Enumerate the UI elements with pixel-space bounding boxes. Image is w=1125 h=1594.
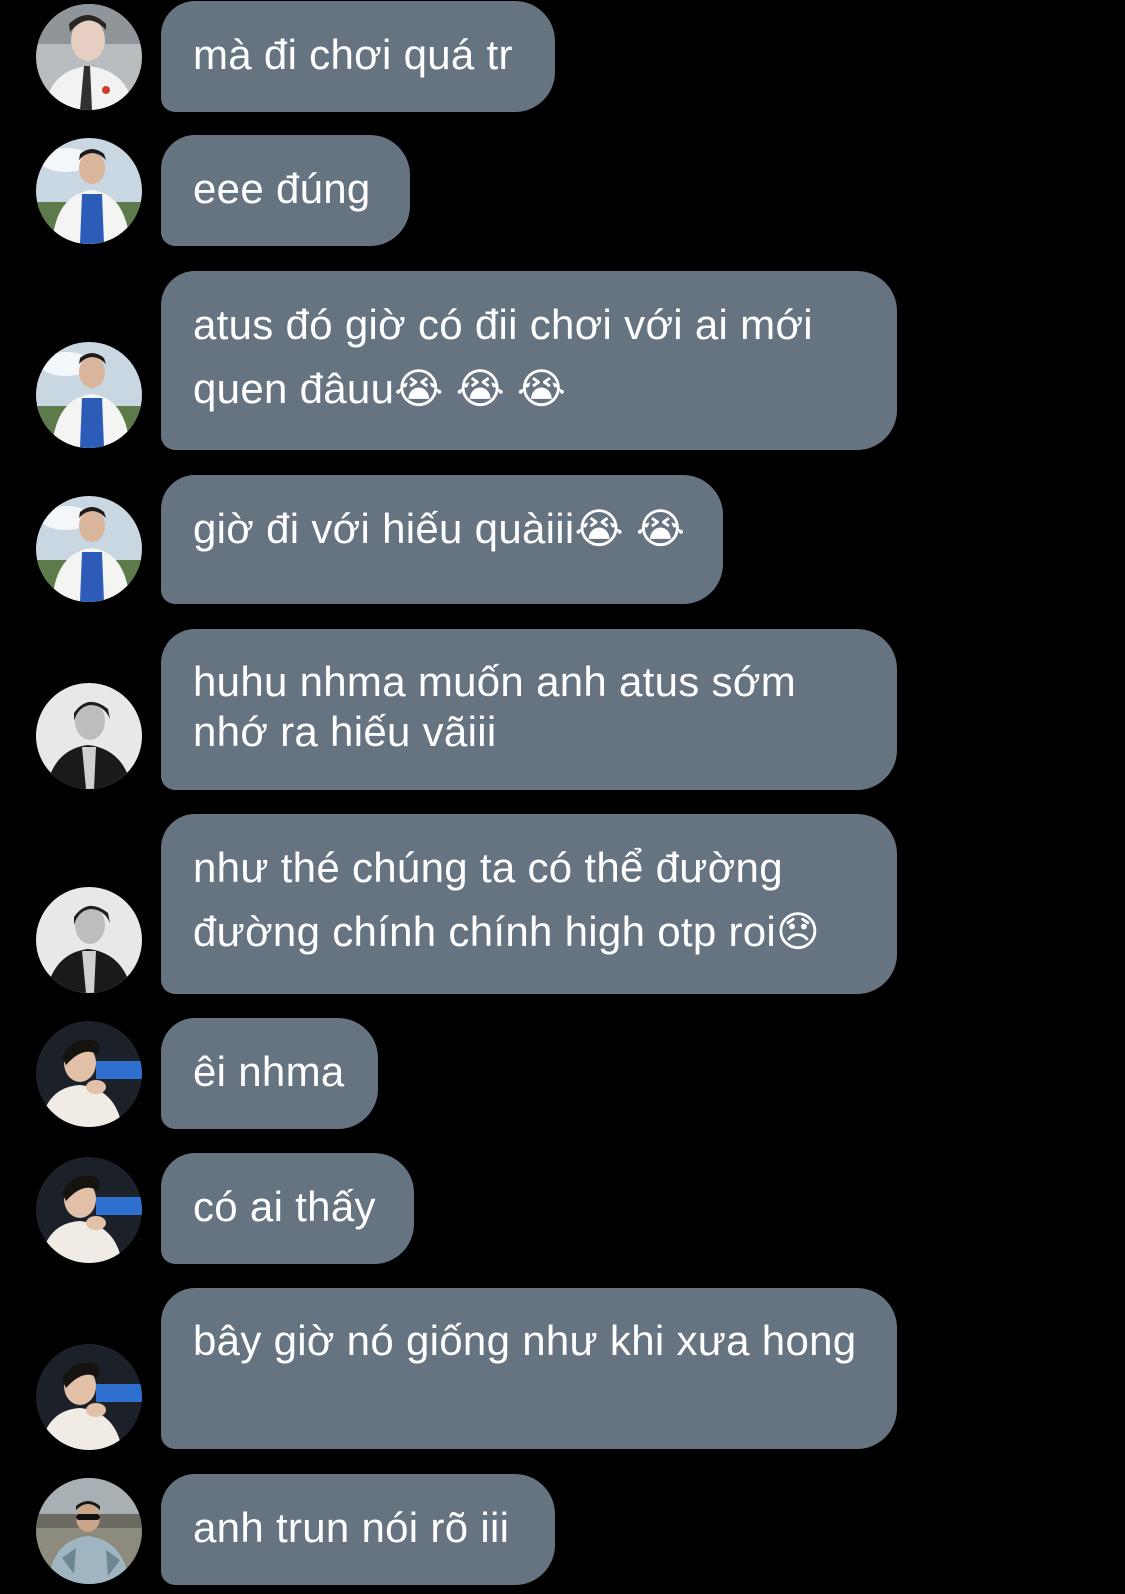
avatar-white-jacket-icon — [36, 138, 142, 244]
avatar-monochrome-icon — [36, 887, 142, 993]
avatar[interactable] — [36, 138, 142, 244]
avatar[interactable] — [36, 683, 142, 789]
avatar-school-uniform-icon — [36, 4, 142, 110]
message-bubble[interactable]: huhu nhma muốn anh atus sớm nhớ ra hiếu … — [161, 629, 897, 790]
avatar-hand-on-chin-icon — [36, 1021, 142, 1127]
message-bubble[interactable]: có ai thấy — [161, 1153, 414, 1264]
avatar-hand-on-chin-icon — [36, 1157, 142, 1263]
avatar-monochrome-icon — [36, 683, 142, 789]
message-bubble[interactable]: anh trun nói rõ iii — [161, 1474, 555, 1585]
avatar[interactable] — [36, 887, 142, 993]
message-bubble[interactable]: như thé chúng ta có thể đường đường chín… — [161, 814, 897, 994]
avatar[interactable] — [36, 1344, 142, 1450]
chat-message-list[interactable]: mà đi chơi quá tr eee đúng atus đó giờ c… — [0, 0, 1125, 1594]
avatar[interactable] — [36, 4, 142, 110]
avatar-white-jacket-icon — [36, 342, 142, 448]
avatar-white-jacket-icon — [36, 496, 142, 602]
avatar[interactable] — [36, 1157, 142, 1263]
message-bubble[interactable]: mà đi chơi quá tr — [161, 1, 555, 112]
avatar[interactable] — [36, 496, 142, 602]
message-bubble[interactable]: eee đúng — [161, 135, 410, 246]
avatar-hand-on-chin-icon — [36, 1344, 142, 1450]
avatar[interactable] — [36, 1478, 142, 1584]
message-bubble[interactable]: giờ đi với hiếu quàiii😭 😭 — [161, 475, 723, 604]
avatar[interactable] — [36, 1021, 142, 1127]
message-bubble[interactable]: êi nhma — [161, 1018, 378, 1129]
avatar[interactable] — [36, 342, 142, 448]
message-bubble[interactable]: atus đó giờ có đii chơi với ai mới quen … — [161, 271, 897, 450]
avatar-denim-jacket-icon — [36, 1478, 142, 1584]
message-bubble[interactable]: bây giờ nó giống như khi xưa hong — [161, 1288, 897, 1449]
